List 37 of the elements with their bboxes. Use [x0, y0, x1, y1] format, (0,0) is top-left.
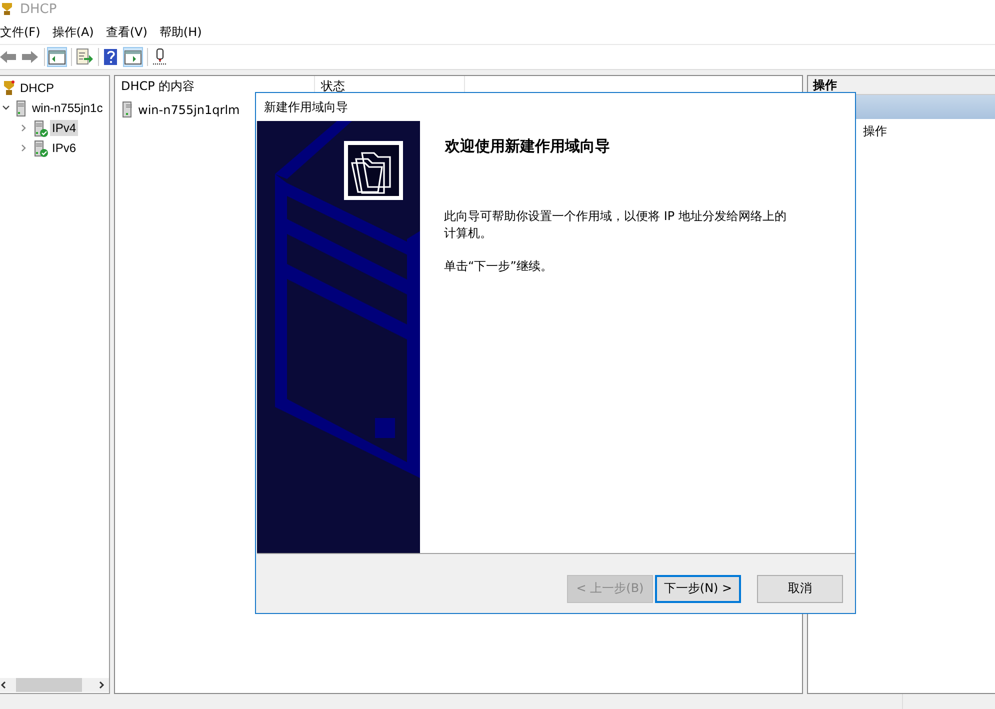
tree-item[interactable]: IPv4	[50, 120, 78, 136]
next-button[interactable]: 下一步(N) >	[655, 574, 741, 602]
trophy-icon	[2, 80, 16, 96]
column-header[interactable]: DHCP 的内容	[121, 80, 195, 93]
dialog-title: 新建作用域向导	[264, 98, 348, 116]
window-title: DHCP	[20, 2, 57, 16]
tree-item[interactable]: DHCP	[18, 80, 56, 96]
menu-item[interactable]: 操作(A)	[52, 24, 94, 40]
folder-icon	[344, 141, 403, 200]
action-pane-icon	[124, 48, 142, 66]
console-tree-icon	[48, 48, 66, 66]
tree-item[interactable]: win-n755jn1c	[30, 100, 105, 116]
server-check-icon	[32, 120, 48, 136]
menu-item[interactable]: 文件(F)	[0, 24, 40, 40]
actions-header: 操作	[813, 77, 837, 94]
menu-item[interactable]: 查看(V)	[106, 24, 148, 40]
back-arrow-icon	[0, 48, 17, 66]
server-plug-icon	[151, 48, 169, 66]
toolbar-button[interactable]	[47, 47, 67, 67]
wizard-text: 此向导可帮助你设置一个作用域，以便将 IP 地址分发给网络上的计算机。	[444, 208, 788, 242]
menu-item[interactable]: 帮助(H)	[159, 24, 202, 40]
wizard-text: 单击“下一步”继续。	[444, 258, 554, 275]
help-icon	[102, 48, 120, 66]
server-icon	[14, 100, 28, 116]
tree-item[interactable]: IPv6	[50, 140, 78, 156]
forward-arrow-icon	[21, 48, 39, 66]
scroll-left-icon	[0, 681, 6, 689]
cancel-button[interactable]: 取消	[757, 574, 843, 602]
toolbar-button[interactable]	[123, 47, 143, 67]
list-item[interactable]: win-n755jn1qrlm	[138, 102, 240, 116]
server-check-icon	[32, 140, 48, 156]
wizard-heading: 欢迎使用新建作用域向导	[444, 137, 611, 156]
export-list-icon	[75, 48, 93, 66]
column-header[interactable]: 状态	[321, 80, 345, 93]
trophy-icon	[0, 3, 14, 15]
horizontal-scrollbar[interactable]	[0, 678, 109, 692]
server-icon	[122, 101, 134, 118]
